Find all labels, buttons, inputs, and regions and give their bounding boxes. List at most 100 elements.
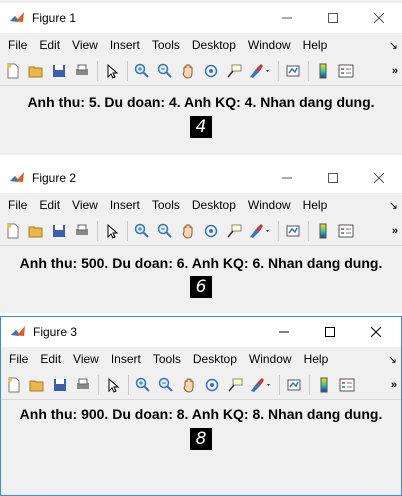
pointer-icon[interactable] bbox=[101, 220, 123, 242]
data-cursor-icon[interactable] bbox=[223, 220, 245, 242]
menu-help[interactable]: Help bbox=[298, 352, 335, 366]
rotate-3d-icon[interactable] bbox=[200, 60, 222, 82]
menu-view[interactable]: View bbox=[66, 198, 104, 212]
legend-icon[interactable] bbox=[335, 220, 357, 242]
menu-file[interactable]: File bbox=[3, 352, 34, 366]
close-button[interactable] bbox=[356, 163, 402, 193]
print-icon[interactable] bbox=[71, 220, 93, 242]
brush-icon[interactable] bbox=[246, 220, 274, 242]
rotate-3d-icon[interactable] bbox=[200, 220, 222, 242]
figure-window-2[interactable]: Figure 2 File Edit View Insert Tools Des… bbox=[0, 163, 402, 313]
data-cursor-icon[interactable] bbox=[224, 374, 246, 396]
pointer-icon[interactable] bbox=[101, 60, 123, 82]
minimize-button[interactable] bbox=[264, 3, 310, 33]
menu-view[interactable]: View bbox=[66, 38, 104, 52]
result-title: Anh thu: 5. Du doan: 4. Anh KQ: 4. Nhan … bbox=[27, 94, 375, 110]
result-title: Anh thu: 500. Du doan: 6. Anh KQ: 6. Nha… bbox=[19, 255, 383, 271]
menu-insert[interactable]: Insert bbox=[105, 352, 147, 366]
menu-file[interactable]: File bbox=[2, 38, 33, 52]
menu-window[interactable]: Window bbox=[243, 352, 298, 366]
menu-bar: File Edit View Insert Tools Desktop Wind… bbox=[1, 347, 401, 371]
toolbar-overflow-icon[interactable]: » bbox=[391, 379, 397, 391]
desktop-gap bbox=[0, 155, 402, 163]
maximize-button[interactable] bbox=[310, 3, 356, 33]
menu-desktop[interactable]: Desktop bbox=[186, 198, 242, 212]
link-plot-icon[interactable] bbox=[282, 220, 304, 242]
result-title: Anh thu: 900. Du doan: 8. Anh KQ: 8. Nha… bbox=[19, 406, 383, 422]
maximize-button[interactable] bbox=[307, 317, 353, 347]
menu-desktop[interactable]: Desktop bbox=[186, 38, 242, 52]
link-plot-icon[interactable] bbox=[282, 60, 304, 82]
title-bar[interactable]: Figure 2 bbox=[0, 163, 402, 193]
pan-icon[interactable] bbox=[177, 60, 199, 82]
figure-window-1[interactable]: Figure 1 File Edit View Insert Tools Des… bbox=[0, 3, 402, 155]
menu-help[interactable]: Help bbox=[297, 38, 334, 52]
save-icon[interactable] bbox=[48, 220, 70, 242]
toolbar-overflow-icon[interactable]: » bbox=[392, 65, 398, 77]
menu-insert[interactable]: Insert bbox=[104, 38, 146, 52]
menu-tools[interactable]: Tools bbox=[146, 38, 186, 52]
dock-arrow-icon[interactable]: ↘ bbox=[389, 39, 398, 52]
rotate-3d-icon[interactable] bbox=[201, 374, 223, 396]
toolbar-separator bbox=[278, 61, 279, 81]
colorbar-icon[interactable] bbox=[312, 60, 334, 82]
pan-icon[interactable] bbox=[178, 374, 200, 396]
zoom-in-icon[interactable] bbox=[131, 220, 153, 242]
zoom-out-icon[interactable] bbox=[154, 60, 176, 82]
menu-view[interactable]: View bbox=[67, 352, 105, 366]
data-cursor-icon[interactable] bbox=[223, 60, 245, 82]
maximize-button[interactable] bbox=[310, 163, 356, 193]
toolbar-separator bbox=[308, 61, 309, 81]
toolbar-overflow-icon[interactable]: » bbox=[392, 225, 398, 237]
new-file-icon[interactable] bbox=[2, 220, 24, 242]
digit-image: 8 bbox=[190, 428, 212, 450]
menu-window[interactable]: Window bbox=[242, 38, 297, 52]
colorbar-icon[interactable] bbox=[312, 220, 334, 242]
close-button[interactable] bbox=[353, 317, 399, 347]
toolbar-separator bbox=[278, 221, 279, 241]
close-button[interactable] bbox=[356, 3, 402, 33]
menu-window[interactable]: Window bbox=[242, 198, 297, 212]
pointer-icon[interactable] bbox=[102, 374, 124, 396]
legend-icon[interactable] bbox=[336, 374, 358, 396]
menu-insert[interactable]: Insert bbox=[104, 198, 146, 212]
dock-arrow-icon[interactable]: ↘ bbox=[388, 353, 397, 366]
new-file-icon[interactable] bbox=[2, 60, 24, 82]
menu-tools[interactable]: Tools bbox=[147, 352, 187, 366]
dock-arrow-icon[interactable]: ↘ bbox=[389, 199, 398, 212]
zoom-in-icon[interactable] bbox=[131, 60, 153, 82]
menu-help[interactable]: Help bbox=[297, 198, 334, 212]
menu-desktop[interactable]: Desktop bbox=[187, 352, 243, 366]
save-icon[interactable] bbox=[49, 374, 71, 396]
zoom-out-icon[interactable] bbox=[155, 374, 177, 396]
menu-edit[interactable]: Edit bbox=[33, 198, 66, 212]
window-title: Figure 3 bbox=[33, 325, 78, 339]
zoom-in-icon[interactable] bbox=[132, 374, 154, 396]
colorbar-icon[interactable] bbox=[313, 374, 335, 396]
link-plot-icon[interactable] bbox=[283, 374, 305, 396]
open-folder-icon[interactable] bbox=[26, 374, 48, 396]
digit-image: 4 bbox=[190, 116, 212, 138]
save-icon[interactable] bbox=[48, 60, 70, 82]
brush-icon[interactable] bbox=[246, 60, 274, 82]
open-folder-icon[interactable] bbox=[25, 220, 47, 242]
menu-edit[interactable]: Edit bbox=[34, 352, 67, 366]
print-icon[interactable] bbox=[72, 374, 94, 396]
axes-area: Anh thu: 500. Du doan: 6. Anh KQ: 6. Nha… bbox=[0, 246, 402, 313]
pan-icon[interactable] bbox=[177, 220, 199, 242]
title-bar[interactable]: Figure 1 bbox=[0, 3, 402, 33]
menu-file[interactable]: File bbox=[2, 198, 33, 212]
title-bar[interactable]: Figure 3 bbox=[1, 317, 401, 347]
matlab-icon bbox=[10, 172, 24, 182]
open-folder-icon[interactable] bbox=[25, 60, 47, 82]
menu-tools[interactable]: Tools bbox=[146, 198, 186, 212]
zoom-out-icon[interactable] bbox=[154, 220, 176, 242]
new-file-icon[interactable] bbox=[3, 374, 25, 396]
legend-icon[interactable] bbox=[335, 60, 357, 82]
minimize-button[interactable] bbox=[261, 317, 307, 347]
figure-window-3[interactable]: Figure 3 File Edit View Insert Tools Des… bbox=[0, 316, 402, 496]
menu-edit[interactable]: Edit bbox=[33, 38, 66, 52]
brush-icon[interactable] bbox=[247, 374, 275, 396]
minimize-button[interactable] bbox=[264, 163, 310, 193]
print-icon[interactable] bbox=[71, 60, 93, 82]
